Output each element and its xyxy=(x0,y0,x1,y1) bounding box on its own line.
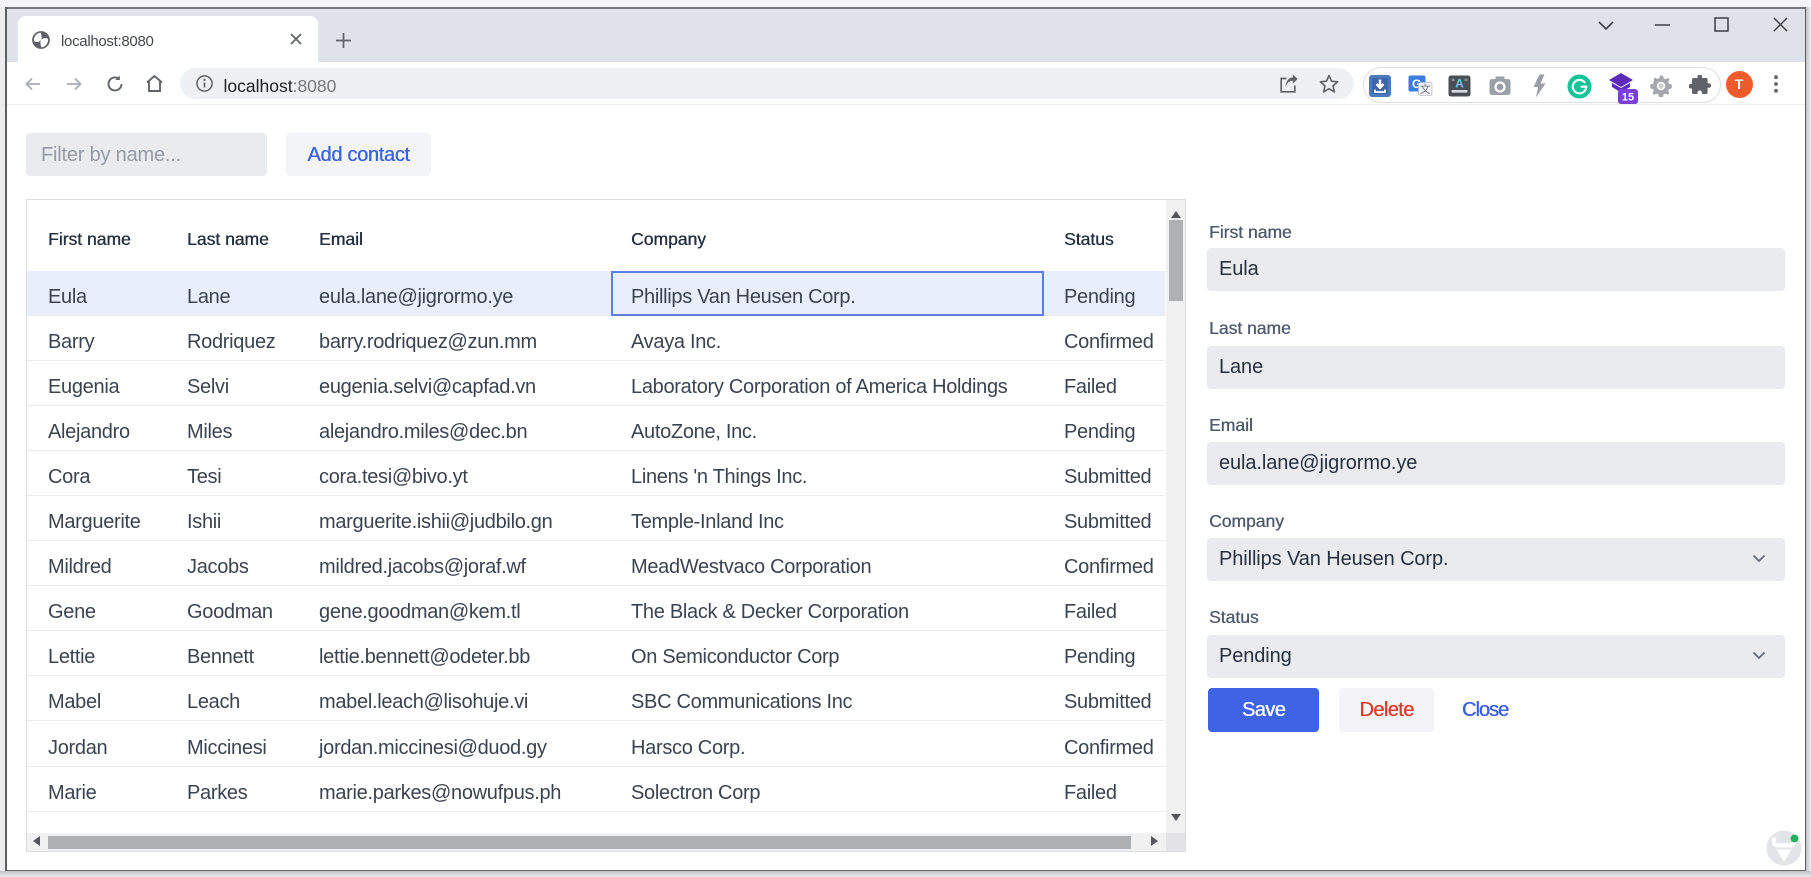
svg-text:A: A xyxy=(1455,77,1464,91)
svg-text:15: 15 xyxy=(1621,92,1633,104)
svg-text:文: 文 xyxy=(1419,83,1430,96)
